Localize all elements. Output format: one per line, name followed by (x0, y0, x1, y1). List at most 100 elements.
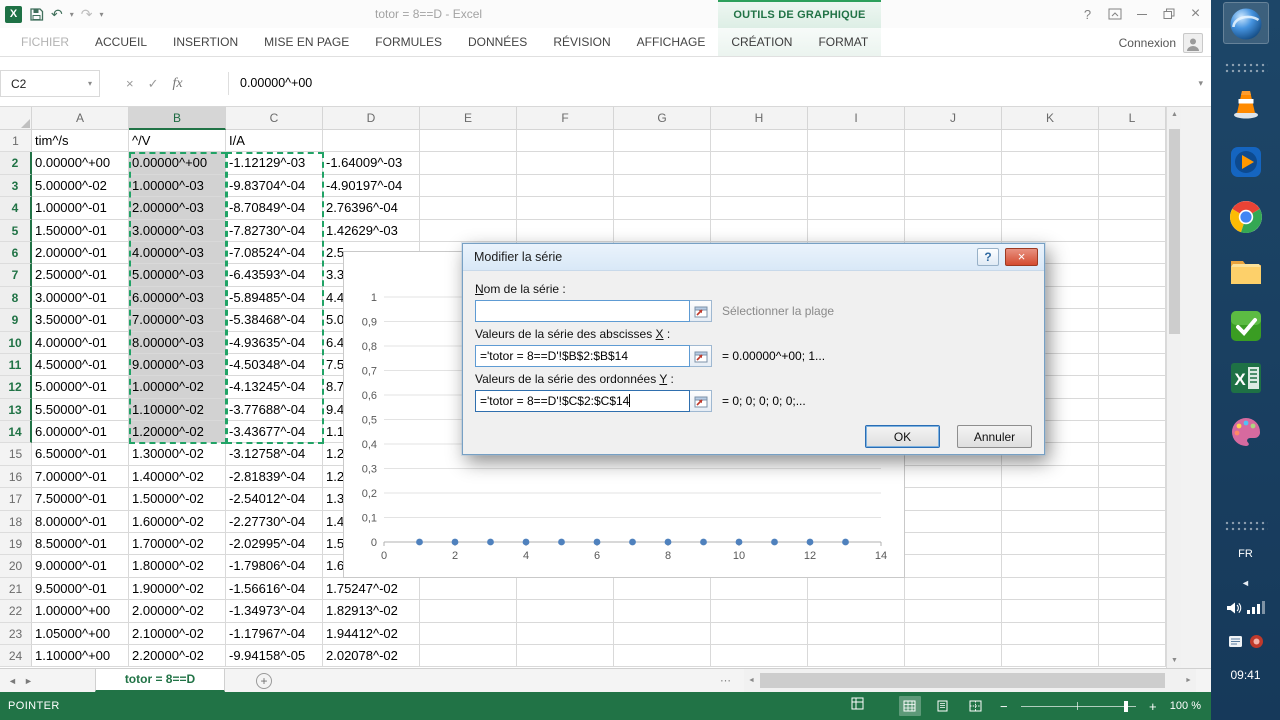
series-x-input[interactable]: ='totor = 8==D'!$B$2:$B$14 (475, 345, 690, 367)
chart-point[interactable] (735, 538, 743, 546)
cell-H24[interactable] (711, 644, 808, 668)
restore-button[interactable] (1155, 0, 1182, 28)
row-header-15[interactable]: 15 (0, 443, 32, 466)
cell-A4[interactable]: 1.00000^-01 (32, 197, 129, 220)
select-all-corner[interactable] (0, 107, 32, 130)
cell-A23[interactable]: 1.05000^+00 (32, 622, 129, 645)
cell-J16[interactable] (905, 465, 1002, 489)
tab-fichier[interactable]: FICHIER (8, 28, 82, 56)
row-header-16[interactable]: 16 (0, 465, 32, 489)
cell-I23[interactable] (808, 622, 905, 645)
cell-L6[interactable] (1099, 241, 1166, 265)
cell-B17[interactable]: 1.50000^-02 (129, 488, 226, 511)
tab-mise-en-page[interactable]: MISE EN PAGE (251, 28, 362, 56)
cell-C14[interactable]: -3.43677^-04 (226, 421, 323, 444)
col-header-E[interactable]: E (420, 107, 517, 130)
folder-explorer-icon[interactable] (1211, 254, 1280, 288)
cell-B8[interactable]: 6.00000^-03 (129, 286, 226, 310)
col-header-G[interactable]: G (614, 107, 711, 130)
status-sheet-icon[interactable] (851, 697, 864, 715)
cell-L18[interactable] (1099, 510, 1166, 534)
cell-A2[interactable]: 0.00000^+00 (32, 152, 129, 175)
tab-accueil[interactable]: ACCUEIL (82, 28, 160, 56)
account-area[interactable]: Connexion (1119, 28, 1203, 57)
cell-K2[interactable] (1002, 152, 1099, 175)
cell-B20[interactable]: 1.80000^-02 (129, 555, 226, 578)
view-page-break-button[interactable] (965, 696, 987, 716)
cell-F23[interactable] (517, 622, 614, 645)
row-header-1[interactable]: 1 (0, 130, 32, 153)
cell-K1[interactable] (1002, 130, 1099, 153)
scroll-up-icon[interactable]: ▲ (1167, 107, 1182, 122)
cell-E4[interactable] (420, 197, 517, 220)
cell-F5[interactable] (517, 219, 614, 242)
cell-K3[interactable] (1002, 174, 1099, 198)
cell-I1[interactable] (808, 130, 905, 153)
cell-F3[interactable] (517, 174, 614, 198)
cell-C9[interactable]: -5.38468^-04 (226, 309, 323, 332)
tray-expand-icon[interactable]: ◄ (1211, 578, 1280, 588)
tab-affichage[interactable]: AFFICHAGE (624, 28, 719, 56)
row-header-7[interactable]: 7 (0, 264, 32, 287)
view-page-layout-button[interactable] (932, 696, 954, 716)
ok-button[interactable]: OK (865, 425, 940, 448)
cell-H3[interactable] (711, 174, 808, 198)
cell-A5[interactable]: 1.50000^-01 (32, 219, 129, 242)
cell-C21[interactable]: -1.56616^-04 (226, 577, 323, 601)
cell-C3[interactable]: -9.83704^-04 (226, 174, 323, 198)
chart-point[interactable] (558, 538, 565, 546)
cell-J3[interactable] (905, 174, 1002, 198)
cell-C18[interactable]: -2.27730^-04 (226, 510, 323, 534)
cell-I22[interactable] (808, 600, 905, 623)
range-picker-name-button[interactable] (690, 300, 712, 322)
cell-G2[interactable] (614, 152, 711, 175)
cell-D23[interactable]: 1.94412^-02 (323, 622, 420, 645)
col-header-H[interactable]: H (711, 107, 808, 130)
cell-B6[interactable]: 4.00000^-03 (129, 241, 226, 265)
row-header-10[interactable]: 10 (0, 331, 32, 354)
cell-J5[interactable] (905, 219, 1002, 242)
cell-J1[interactable] (905, 130, 1002, 153)
cell-G5[interactable] (614, 219, 711, 242)
redo-icon[interactable]: ↷ (81, 7, 93, 21)
cell-A8[interactable]: 3.00000^-01 (32, 286, 129, 310)
cell-J4[interactable] (905, 197, 1002, 220)
tab-formules[interactable]: FORMULES (362, 28, 455, 56)
cell-A1[interactable]: tim^/s (32, 130, 129, 153)
paint-palette-icon[interactable] (1211, 414, 1280, 450)
language-indicator[interactable]: FR (1211, 548, 1280, 560)
chart-point[interactable] (700, 538, 707, 546)
cell-C10[interactable]: -4.93635^-04 (226, 331, 323, 354)
row-header-6[interactable]: 6 (0, 241, 32, 265)
chart-point[interactable] (629, 538, 636, 546)
cell-C5[interactable]: -7.82730^-04 (226, 219, 323, 242)
cell-B5[interactable]: 3.00000^-03 (129, 219, 226, 242)
cell-D5[interactable]: 1.42629^-03 (323, 219, 420, 242)
qat-customize-icon[interactable]: ▾ (99, 10, 103, 19)
undo-icon[interactable]: ↶ (51, 7, 63, 21)
cell-G1[interactable] (614, 130, 711, 153)
view-normal-button[interactable] (898, 696, 921, 716)
zoom-slider-thumb[interactable] (1123, 701, 1128, 712)
cell-E2[interactable] (420, 152, 517, 175)
tab-révision[interactable]: RÉVISION (540, 28, 623, 56)
cell-G4[interactable] (614, 197, 711, 220)
col-header-L[interactable]: L (1099, 107, 1166, 130)
user-avatar-icon[interactable] (1183, 32, 1203, 53)
cell-I5[interactable] (808, 219, 905, 242)
dialog-close-button[interactable]: × (1005, 248, 1038, 266)
cell-B15[interactable]: 1.30000^-02 (129, 443, 226, 466)
cell-C2[interactable]: -1.12129^-03 (226, 152, 323, 175)
cell-G21[interactable] (614, 577, 711, 601)
tab-insertion[interactable]: INSERTION (160, 28, 251, 56)
dialog-titlebar[interactable]: Modifier la série ? × (463, 244, 1044, 271)
cell-K21[interactable] (1002, 577, 1099, 601)
col-header-B[interactable]: B (129, 107, 226, 130)
cell-L22[interactable] (1099, 600, 1166, 623)
cell-L5[interactable] (1099, 219, 1166, 242)
zoom-level[interactable]: 100 % (1170, 700, 1201, 712)
cell-C17[interactable]: -2.54012^-04 (226, 488, 323, 511)
cell-K17[interactable] (1002, 488, 1099, 511)
cell-A18[interactable]: 8.00000^-01 (32, 510, 129, 534)
cell-B12[interactable]: 1.00000^-02 (129, 376, 226, 399)
